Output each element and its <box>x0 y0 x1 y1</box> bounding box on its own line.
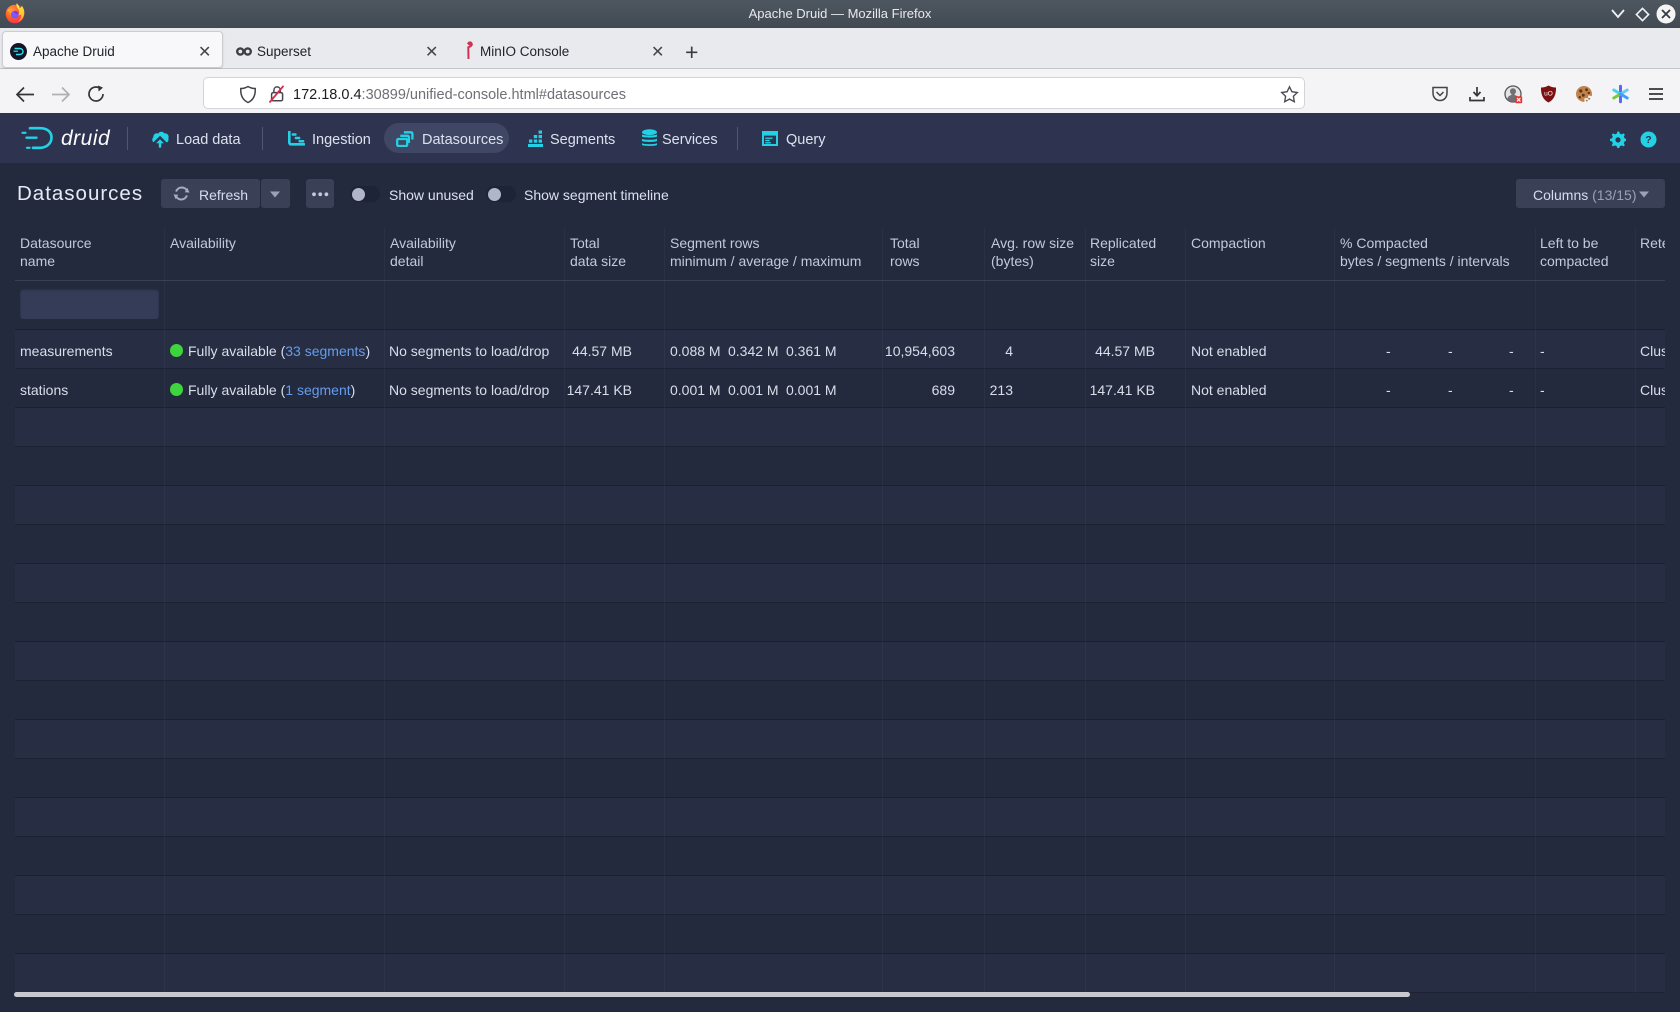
svg-text:?: ? <box>1645 134 1651 146</box>
svg-text:uO: uO <box>1544 91 1553 98</box>
